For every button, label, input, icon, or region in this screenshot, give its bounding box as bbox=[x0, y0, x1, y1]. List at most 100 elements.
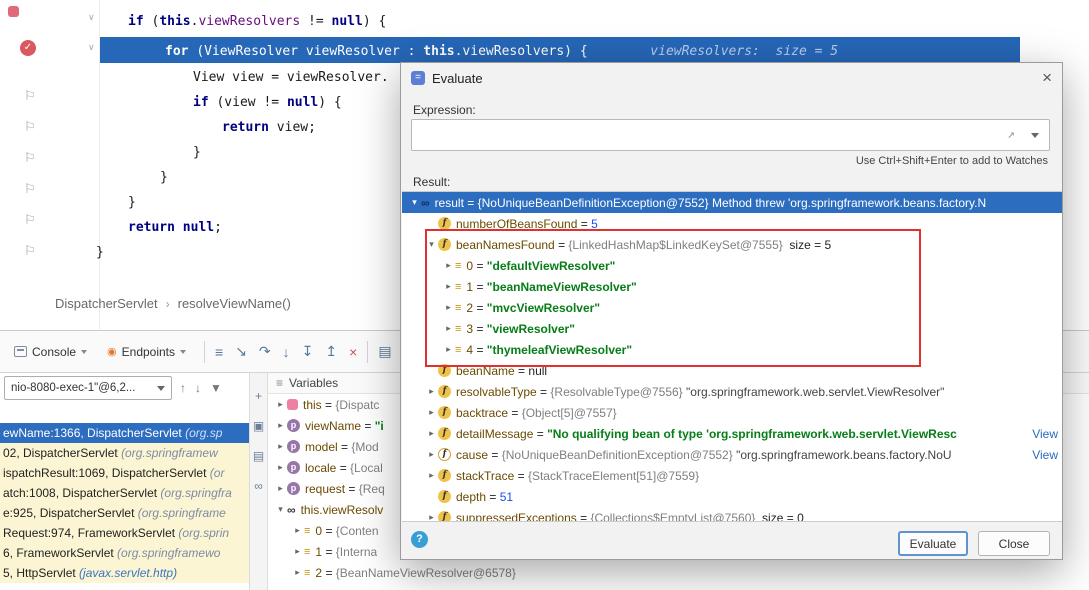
help-icon[interactable]: ? bbox=[411, 531, 428, 548]
result-tree-row[interactable]: ▸≡3 = "viewResolver" bbox=[402, 318, 1062, 339]
expander-right-icon[interactable]: ▸ bbox=[274, 399, 287, 410]
variable-row[interactable]: ▸≡2 = {BeanNameViewResolver@6578} bbox=[268, 562, 1089, 583]
expander-right-icon[interactable]: ▸ bbox=[274, 420, 287, 431]
bookmark-flag-icon[interactable]: ⚐ bbox=[24, 150, 36, 166]
result-tree-row[interactable]: ▸fcause = {NoUniqueBeanDefinitionExcepti… bbox=[402, 444, 1062, 465]
result-tree-row[interactable]: ▾fbeanNamesFound = {LinkedHashMap$Linked… bbox=[402, 234, 1062, 255]
copy-stack-icon[interactable]: ▤ bbox=[250, 449, 267, 463]
force-step-into-icon[interactable]: ↧ bbox=[302, 343, 314, 360]
result-tree-row[interactable]: ▸fsuppressedExceptions = {Collections$Em… bbox=[402, 507, 1062, 522]
expander-right-icon[interactable]: ▸ bbox=[274, 462, 287, 473]
expander-right-icon[interactable]: ▸ bbox=[291, 525, 304, 536]
row-text: 2 = {BeanNameViewResolver@6578} bbox=[315, 566, 515, 580]
result-tree-row[interactable]: ▸fdetailMessage = "No qualifying bean of… bbox=[402, 423, 1062, 444]
bookmark-flag-icon[interactable]: ⚐ bbox=[24, 181, 36, 197]
result-tree-row[interactable]: fbeanName = null bbox=[402, 360, 1062, 381]
expander-right-icon[interactable]: ▸ bbox=[442, 302, 455, 313]
expander-down-icon[interactable]: ▾ bbox=[274, 504, 287, 515]
frame-row[interactable]: atch:1008, DispatcherServlet (org.spring… bbox=[0, 483, 249, 503]
frame-row[interactable]: e:925, DispatcherServlet (org.springfram… bbox=[0, 503, 249, 523]
step-out-icon[interactable]: ↥ bbox=[325, 343, 337, 360]
frame-row[interactable]: Request:974, FrameworkServlet (org.sprin bbox=[0, 523, 249, 543]
view-link[interactable]: View bbox=[1024, 427, 1058, 441]
row-text: cause = {NoUniqueBeanDefinitionException… bbox=[456, 448, 952, 462]
frame-row[interactable]: 5, HttpServlet (javax.servlet.http) bbox=[0, 563, 249, 583]
watch-icon: ∞ bbox=[421, 196, 430, 210]
expander-right-icon[interactable]: ▸ bbox=[442, 260, 455, 271]
result-tree-row[interactable]: ▸≡2 = "mvcViewResolver" bbox=[402, 297, 1062, 318]
row-text: 4 = "thymeleafViewResolver" bbox=[466, 343, 632, 357]
expander-down-icon[interactable]: ▾ bbox=[425, 239, 438, 250]
text-segment: (ViewResolver viewResolver : bbox=[196, 44, 423, 59]
expander-right-icon[interactable]: ▸ bbox=[442, 344, 455, 355]
array-icon: ≡ bbox=[455, 344, 461, 356]
code-line: View view = viewResolver. bbox=[193, 68, 389, 88]
result-tree-row[interactable]: ▸≡1 = "beanNameViewResolver" bbox=[402, 276, 1062, 297]
show-execution-point-icon[interactable]: ↘ bbox=[235, 343, 247, 360]
filter-frames-icon[interactable]: ▼ bbox=[210, 381, 222, 395]
result-tree-row[interactable]: fdepth = 51 bbox=[402, 486, 1062, 507]
view-link[interactable]: View bbox=[1024, 448, 1058, 462]
result-tree-row[interactable]: fnumberOfBeansFound = 5 bbox=[402, 213, 1062, 234]
result-tree-row[interactable]: ▸fresolvableType = {ResolvableType@7556}… bbox=[402, 381, 1062, 402]
result-tree-row[interactable]: ▸fstackTrace = {StackTraceElement[51]@75… bbox=[402, 465, 1062, 486]
breadcrumb-class[interactable]: DispatcherServlet bbox=[55, 296, 158, 311]
expander-right-icon[interactable]: ▸ bbox=[274, 483, 287, 494]
menu-icon[interactable]: ≡ bbox=[215, 344, 223, 360]
close-icon[interactable]: × bbox=[1042, 68, 1052, 88]
text-segment: {Req bbox=[359, 482, 385, 496]
bookmark-flag-icon[interactable]: ⚐ bbox=[24, 88, 36, 104]
add-watch-icon[interactable]: + bbox=[250, 389, 267, 403]
expander-right-icon[interactable]: ▸ bbox=[291, 546, 304, 557]
expander-right-icon[interactable]: ▸ bbox=[291, 567, 304, 578]
bookmark-flag-icon[interactable]: ⚐ bbox=[24, 212, 36, 228]
step-into-icon[interactable]: ↓ bbox=[283, 344, 290, 360]
text-segment: suppressedExceptions bbox=[456, 511, 577, 523]
expander-down-icon[interactable]: ▾ bbox=[408, 197, 421, 208]
mute-breakpoints-icon[interactable]: × bbox=[349, 344, 357, 360]
tab-endpoints[interactable]: ◉ Endpoints bbox=[99, 331, 194, 372]
result-tree-row[interactable]: ▾∞result = {NoUniqueBeanDefinitionExcept… bbox=[402, 192, 1062, 213]
fold-icon[interactable]: ∨ bbox=[88, 12, 95, 23]
tab-console[interactable]: Console bbox=[6, 331, 95, 372]
close-button[interactable]: Close bbox=[978, 531, 1050, 556]
text-segment: return null bbox=[128, 220, 214, 235]
frame-row[interactable]: ewName:1366, DispatcherServlet (org.sp bbox=[0, 423, 249, 443]
dialog-titlebar[interactable]: = Evaluate × bbox=[401, 63, 1062, 93]
result-tree-row[interactable]: ▸≡ 4 = "thymeleafViewResolver" bbox=[402, 339, 1062, 360]
restore-layout-icon[interactable]: ▣ bbox=[250, 419, 267, 433]
text-segment: request bbox=[305, 482, 345, 496]
bookmark-flag-icon[interactable]: ⚐ bbox=[24, 243, 36, 259]
frame-row[interactable]: ispatchResult:1069, DispatcherServlet (o… bbox=[0, 463, 249, 483]
expression-input[interactable]: this.webApplicationContext.getBean(ViewR… bbox=[411, 119, 1050, 151]
layout-icon[interactable]: ▤ bbox=[378, 343, 391, 360]
bookmark-flag-icon[interactable]: ⚐ bbox=[24, 119, 36, 135]
frame-method: 02, DispatcherServlet bbox=[3, 446, 121, 460]
menu-icon[interactable]: ≡ bbox=[276, 376, 283, 390]
expander-right-icon[interactable]: ▸ bbox=[425, 428, 438, 439]
step-over-icon[interactable]: ↷ bbox=[259, 343, 271, 360]
result-tree-row[interactable]: ▸fbacktrace = {Object[5]@7557} bbox=[402, 402, 1062, 423]
prev-frame-icon[interactable]: ↑ bbox=[180, 381, 186, 395]
breakpoint-icon[interactable]: ✓ bbox=[20, 40, 36, 56]
expander-right-icon[interactable]: ▸ bbox=[425, 470, 438, 481]
frame-row[interactable]: 6, FrameworkServlet (org.springframewo bbox=[0, 543, 249, 563]
expander-right-icon[interactable]: ▸ bbox=[425, 449, 438, 460]
expander-right-icon[interactable]: ▸ bbox=[442, 323, 455, 334]
frame-row[interactable]: 02, DispatcherServlet (org.springframew bbox=[0, 443, 249, 463]
expander-right-icon[interactable]: ▸ bbox=[425, 512, 438, 522]
result-tree-row[interactable]: ▸≡0 = "defaultViewResolver" bbox=[402, 255, 1062, 276]
expander-right-icon[interactable]: ▸ bbox=[442, 281, 455, 292]
evaluate-button[interactable]: Evaluate bbox=[898, 531, 968, 556]
expander-right-icon[interactable]: ▸ bbox=[425, 386, 438, 397]
fold-icon[interactable]: ∨ bbox=[88, 42, 95, 53]
chevron-down-icon[interactable] bbox=[1031, 133, 1039, 138]
breadcrumb-method[interactable]: resolveViewName() bbox=[178, 296, 291, 311]
next-frame-icon[interactable]: ↓ bbox=[195, 381, 201, 395]
evaluate-glasses-icon[interactable]: ∞ bbox=[250, 479, 267, 493]
text-segment: = bbox=[486, 490, 500, 504]
expander-right-icon[interactable]: ▸ bbox=[274, 441, 287, 452]
expander-right-icon[interactable]: ▸ bbox=[425, 407, 438, 418]
thread-dropdown[interactable]: nio-8080-exec-1"@6,2... bbox=[4, 376, 172, 400]
expand-icon[interactable]: ↗ bbox=[1007, 120, 1015, 150]
